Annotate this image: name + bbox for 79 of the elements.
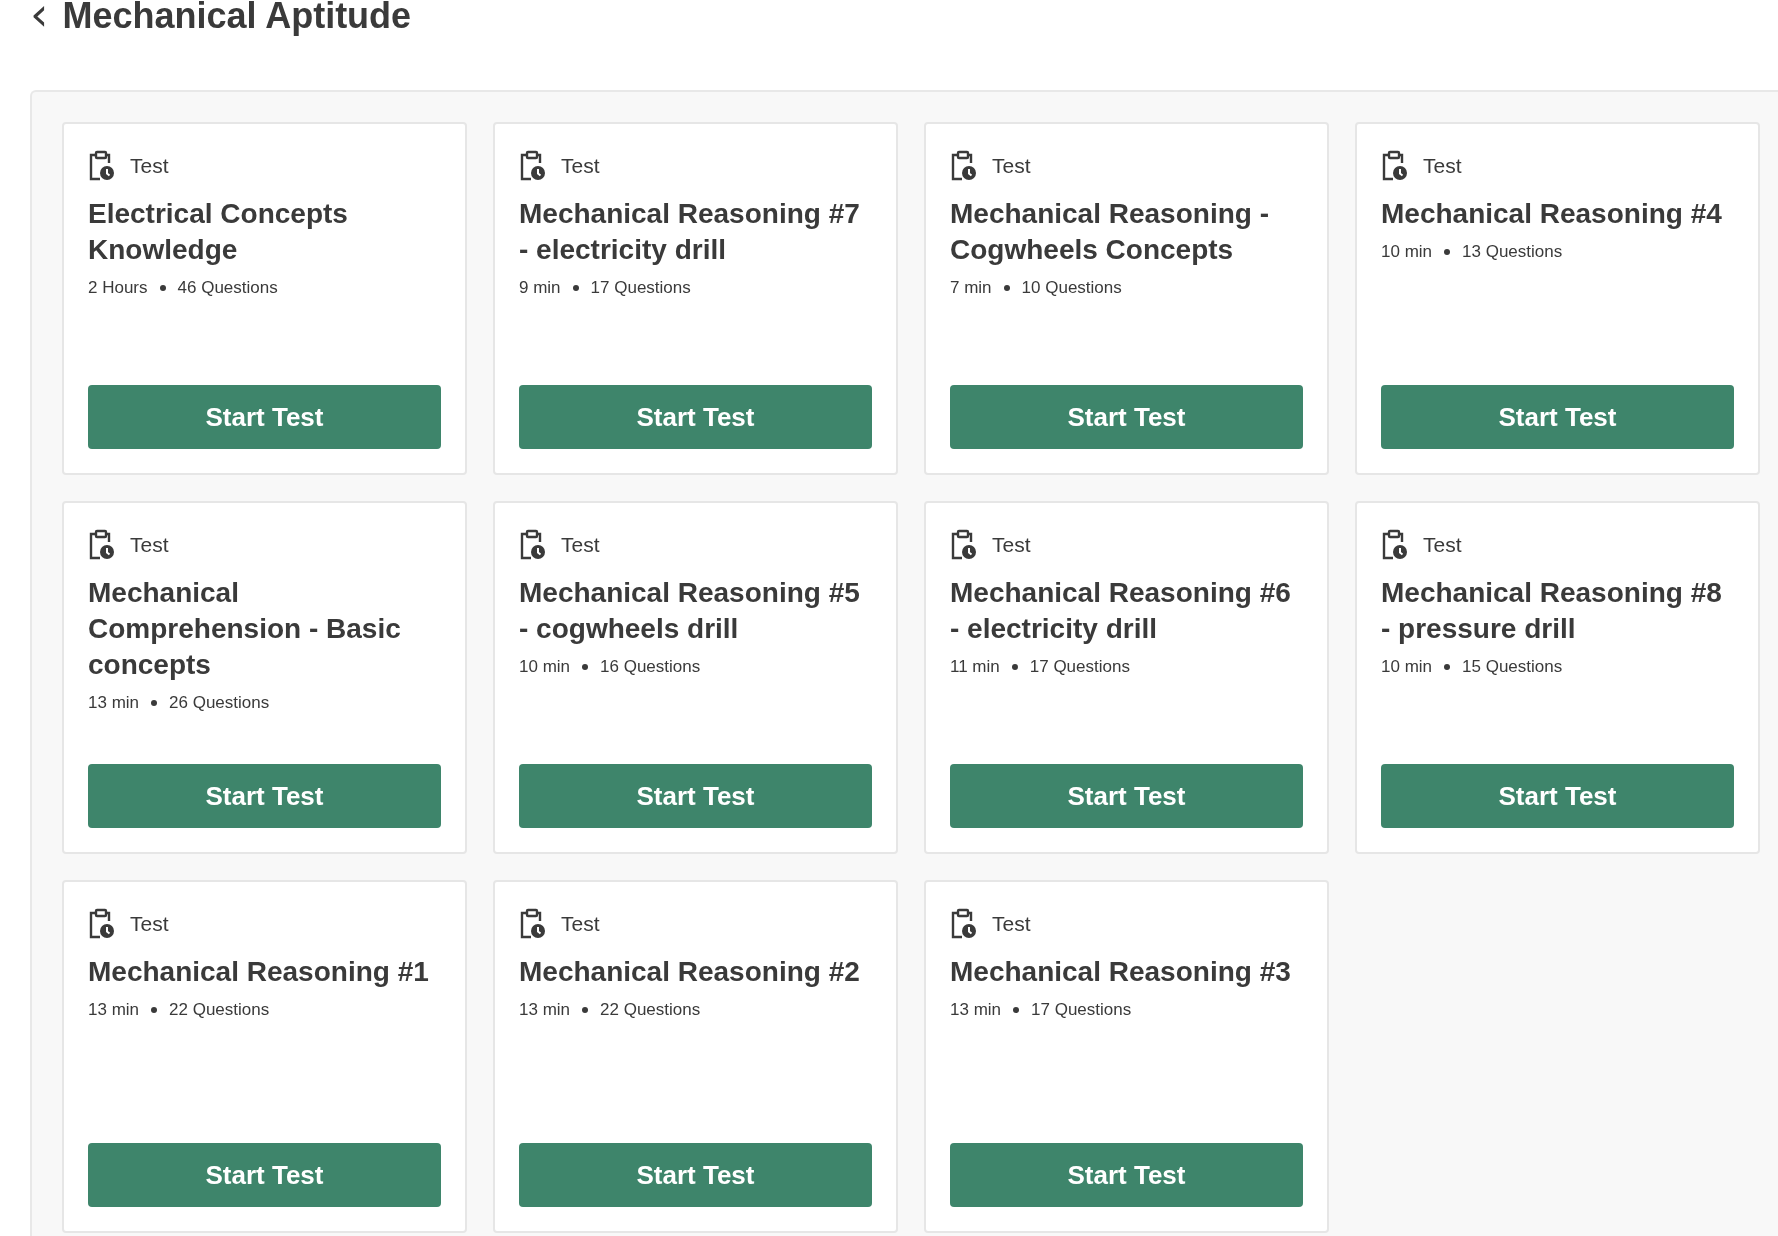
test-title: Mechanical Reasoning #4	[1381, 197, 1723, 231]
question-count: 13 Questions	[1462, 242, 1563, 262]
duration-text: 10 min	[1381, 657, 1433, 677]
question-count: 46 Questions	[177, 278, 278, 298]
page-title: Mechanical Aptitude	[62, 0, 412, 36]
duration-text: 2 Hours	[88, 278, 148, 298]
question-count: 15 Questions	[1462, 657, 1563, 677]
test-title: Mechanical Reasoning #2	[519, 955, 861, 989]
start-test-button[interactable]: Start Test	[88, 764, 441, 828]
question-count: 26 Questions	[169, 693, 270, 713]
start-test-button[interactable]: Start Test	[950, 385, 1303, 449]
duration-text: 7 min	[950, 278, 992, 298]
start-test-button[interactable]: Start Test	[1381, 385, 1734, 449]
question-count: 16 Questions	[600, 657, 701, 677]
separator-dot	[151, 700, 158, 706]
clipboard-clock-icon	[519, 150, 547, 182]
start-test-button[interactable]: Start Test	[519, 385, 872, 449]
question-count: 17 Questions	[1031, 1000, 1132, 1020]
separator-dot	[1013, 1007, 1020, 1013]
separator-dot	[572, 285, 579, 291]
duration-text: 13 min	[519, 1000, 571, 1020]
clipboard-clock-icon	[1381, 529, 1409, 561]
clipboard-clock-icon	[950, 908, 978, 940]
test-type-label: Test	[992, 154, 1031, 178]
test-title: Mechanical Reasoning #3	[950, 955, 1292, 989]
separator-dot	[582, 664, 589, 670]
separator-dot	[1444, 249, 1451, 255]
duration-text: 10 min	[519, 657, 571, 677]
clipboard-clock-icon	[950, 529, 978, 561]
clipboard-clock-icon	[88, 529, 116, 561]
separator-dot	[1003, 285, 1010, 291]
start-test-button[interactable]: Start Test	[1381, 764, 1734, 828]
test-type-label: Test	[130, 912, 169, 936]
test-type-label: Test	[1423, 533, 1462, 557]
test-type-label: Test	[561, 912, 600, 936]
separator-dot	[582, 1007, 589, 1013]
test-type-label: Test	[992, 912, 1031, 936]
separator-dot	[159, 285, 166, 291]
separator-dot	[1011, 664, 1018, 670]
start-test-button[interactable]: Start Test	[88, 1143, 441, 1207]
clipboard-clock-icon	[1381, 150, 1409, 182]
test-type-label: Test	[561, 154, 600, 178]
start-test-button[interactable]: Start Test	[950, 764, 1303, 828]
clipboard-clock-icon	[519, 908, 547, 940]
duration-text: 13 min	[88, 1000, 140, 1020]
start-test-button[interactable]: Start Test	[519, 764, 872, 828]
start-test-button[interactable]: Start Test	[519, 1143, 872, 1207]
duration-text: 13 min	[88, 693, 140, 713]
duration-text: 9 min	[519, 278, 561, 298]
test-title: Mechanical Reasoning #6 - electricity drill	[950, 576, 1292, 646]
test-title: Mechanical Reasoning #7 - electricity drill	[519, 197, 861, 267]
separator-dot	[151, 1007, 158, 1013]
test-title: Mechanical Comprehension - Basic concepts	[88, 576, 402, 682]
test-type-label: Test	[130, 533, 169, 557]
test-title: Mechanical Reasoning #5 - cogwheels drill	[519, 576, 861, 646]
test-title: Mechanical Reasoning #1	[88, 955, 430, 989]
duration-text: 13 min	[950, 1000, 1002, 1020]
test-title: Mechanical Reasoning #8 - pressure drill	[1381, 576, 1723, 646]
question-count: 17 Questions	[1029, 657, 1130, 677]
question-count: 22 Questions	[600, 1000, 701, 1020]
question-count: 22 Questions	[169, 1000, 270, 1020]
start-test-button[interactable]: Start Test	[88, 385, 441, 449]
test-type-label: Test	[992, 533, 1031, 557]
test-type-label: Test	[1423, 154, 1462, 178]
test-title: Electrical Concepts Knowledge	[88, 197, 349, 267]
question-count: 17 Questions	[590, 278, 691, 298]
test-type-label: Test	[130, 154, 169, 178]
duration-text: 11 min	[950, 657, 1000, 677]
separator-dot	[1444, 664, 1451, 670]
start-test-button[interactable]: Start Test	[950, 1143, 1303, 1207]
clipboard-clock-icon	[88, 150, 116, 182]
test-title: Mechanical Reasoning - Cogwheels Concepts	[950, 197, 1270, 267]
question-count: 10 Questions	[1021, 278, 1122, 298]
clipboard-clock-icon	[88, 908, 116, 940]
test-type-label: Test	[561, 533, 600, 557]
clipboard-clock-icon	[519, 529, 547, 561]
back-button[interactable]: ‹	[30, 0, 49, 36]
duration-text: 10 min	[1381, 242, 1433, 262]
clipboard-clock-icon	[950, 150, 978, 182]
